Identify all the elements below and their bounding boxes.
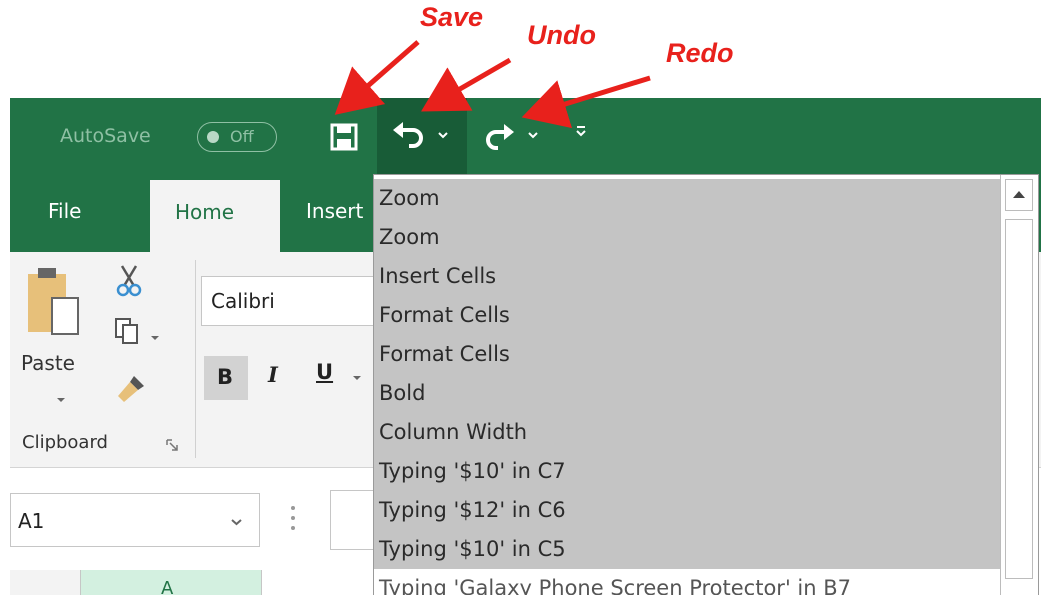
name-box-value: A1 — [18, 509, 45, 533]
save-icon[interactable] — [328, 120, 360, 154]
group-separator — [195, 260, 196, 458]
tab-file[interactable]: File — [48, 199, 81, 223]
paste-button[interactable]: Paste — [21, 351, 75, 375]
font-name-value: Calibri — [211, 289, 275, 313]
undo-dropdown-icon[interactable] — [437, 130, 449, 140]
font-name-combobox[interactable]: Calibri — [201, 276, 391, 326]
annotation-save: Save — [420, 2, 484, 32]
undo-history-item[interactable]: Typing 'Galaxy Phone Screen Protector' i… — [374, 569, 1000, 595]
undo-history-item[interactable]: Insert Cells — [374, 257, 1000, 296]
cut-icon[interactable] — [114, 262, 144, 298]
paste-icon[interactable] — [24, 264, 82, 344]
undo-icon[interactable] — [389, 118, 429, 154]
undo-history-list[interactable]: Zoom Zoom Insert Cells Format Cells Form… — [373, 174, 1039, 595]
undo-history-item[interactable]: Column Width — [374, 413, 1000, 452]
undo-history-item[interactable]: Typing '$10' in C5 — [374, 530, 1000, 569]
undo-history-item[interactable]: Format Cells — [374, 335, 1000, 374]
copy-dropdown-icon[interactable] — [150, 334, 160, 342]
underline-dropdown-icon[interactable] — [352, 374, 362, 382]
undo-button-group[interactable] — [377, 98, 467, 176]
scroll-thumb[interactable] — [1005, 219, 1033, 579]
bold-button[interactable]: B — [204, 356, 248, 400]
copy-icon[interactable] — [113, 316, 141, 346]
annotation-undo: Undo — [527, 20, 596, 50]
autosave-state: Off — [230, 127, 254, 146]
customize-qat-icon[interactable] — [573, 124, 589, 140]
column-header-a[interactable]: A — [80, 570, 262, 595]
undo-history-item[interactable]: Bold — [374, 374, 1000, 413]
undo-history-item[interactable]: Format Cells — [374, 296, 1000, 335]
column-a-label: A — [161, 578, 174, 595]
undo-list-scrollbar[interactable] — [1000, 175, 1038, 595]
name-box[interactable]: A1 — [10, 493, 260, 547]
title-bar: AutoSave Off — [10, 98, 1041, 176]
grip-icon[interactable] — [290, 502, 296, 534]
select-all-corner[interactable] — [10, 570, 80, 595]
undo-history-item[interactable]: Typing '$12' in C6 — [374, 491, 1000, 530]
autosave-toggle[interactable]: Off — [197, 122, 277, 152]
tab-home-label: Home — [175, 200, 235, 224]
arrow-to-save — [334, 40, 420, 115]
tab-insert[interactable]: Insert — [306, 199, 363, 223]
scroll-up-button[interactable] — [1005, 179, 1033, 211]
chevron-down-icon[interactable] — [231, 518, 242, 526]
chevron-down-icon[interactable] — [56, 396, 66, 404]
undo-history-item[interactable]: Zoom — [374, 218, 1000, 257]
redo-dropdown-icon[interactable] — [527, 130, 539, 140]
bold-label: B — [217, 365, 234, 389]
underline-button[interactable]: U — [316, 360, 333, 384]
undo-history-item[interactable]: Typing '$10' in C7 — [374, 452, 1000, 491]
dialog-launcher-icon[interactable] — [166, 439, 178, 451]
toggle-knob — [207, 131, 219, 143]
italic-button[interactable]: I — [268, 362, 278, 387]
clipboard-group-label: Clipboard — [22, 432, 108, 453]
redo-icon[interactable] — [482, 118, 518, 154]
scroll-up-icon — [1013, 191, 1025, 198]
format-painter-icon[interactable] — [114, 372, 148, 406]
annotation-redo: Redo — [666, 38, 734, 68]
autosave-label: AutoSave — [60, 125, 151, 147]
undo-history-item[interactable]: Zoom — [374, 179, 1000, 218]
tab-home[interactable]: Home — [150, 180, 280, 252]
